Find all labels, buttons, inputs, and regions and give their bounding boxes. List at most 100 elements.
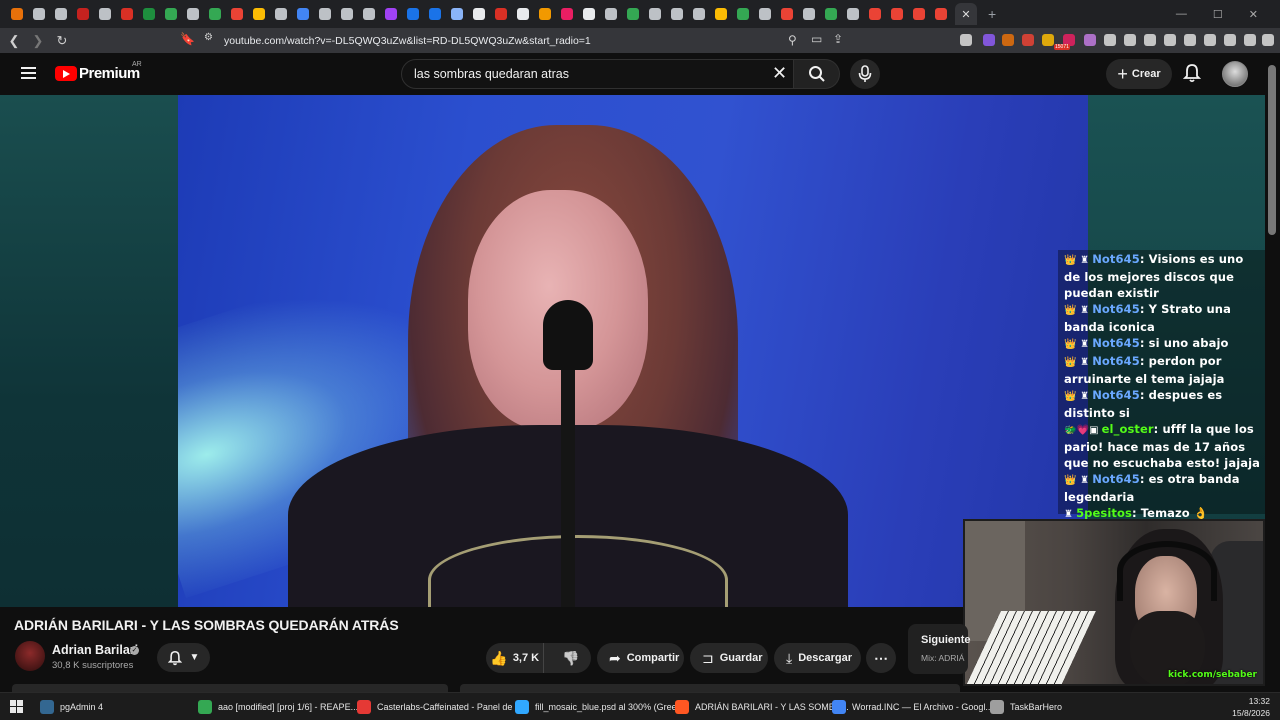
- clear-search-icon[interactable]: ✕: [772, 63, 787, 84]
- browser-tab[interactable]: [935, 8, 947, 20]
- browser-tab[interactable]: [759, 8, 771, 20]
- taskbar-app[interactable]: fill_mosaic_blue.psd al 300% (Gree...: [515, 697, 684, 717]
- browser-tab[interactable]: [363, 8, 375, 20]
- taskbar-app[interactable]: Worrad.INC — El Archivo - Googl...: [832, 697, 993, 717]
- minimize-icon[interactable]: —: [1176, 8, 1187, 20]
- taskbar-app[interactable]: Casterlabs-Caffeinated - Panel de ...: [357, 697, 522, 717]
- create-button[interactable]: + Crear: [1106, 59, 1172, 89]
- bookmark-icon[interactable]: 🔖: [180, 32, 195, 46]
- close-window-icon[interactable]: ✕: [1249, 8, 1258, 21]
- browser-tab[interactable]: [275, 8, 287, 20]
- voice-search-button[interactable]: [850, 59, 880, 89]
- browser-tab[interactable]: [891, 8, 903, 20]
- cast-icon[interactable]: ▭: [811, 32, 822, 46]
- browser-tab[interactable]: [473, 8, 485, 20]
- browser-tab[interactable]: [407, 8, 419, 20]
- browser-tab[interactable]: [33, 8, 45, 20]
- browser-tab[interactable]: [649, 8, 661, 20]
- browser-extension-icon[interactable]: [983, 34, 995, 46]
- browser-extension-icon[interactable]: [1224, 34, 1236, 46]
- windows-start-icon[interactable]: [10, 700, 23, 713]
- browser-tab[interactable]: [715, 8, 727, 20]
- browser-tab[interactable]: [11, 8, 23, 20]
- site-info-icon[interactable]: ⚙: [204, 32, 213, 43]
- maximize-icon[interactable]: ☐: [1213, 8, 1223, 21]
- taskbar-app[interactable]: TaskBarHero: [990, 697, 1062, 717]
- taskbar-app[interactable]: ADRIÁN BARILARI - Y LAS SOMBR...: [675, 697, 849, 717]
- browser-tab[interactable]: [121, 8, 133, 20]
- browser-extension-icon[interactable]: [1042, 34, 1054, 46]
- browser-tab[interactable]: [671, 8, 683, 20]
- scrollbar-thumb[interactable]: [1268, 65, 1276, 235]
- channel-name[interactable]: Adrian Barilari: [52, 643, 138, 657]
- new-tab-icon[interactable]: +: [988, 6, 996, 22]
- taskbar-app[interactable]: aao [modified] [proj 1/6] - REAPE...: [198, 697, 358, 717]
- browser-tab[interactable]: [451, 8, 463, 20]
- browser-tab[interactable]: [77, 8, 89, 20]
- browser-tab[interactable]: [209, 8, 221, 20]
- browser-extension-icon[interactable]: [1164, 34, 1176, 46]
- browser-tab[interactable]: [495, 8, 507, 20]
- url-text[interactable]: youtube.com/watch?v=-DL5QWQ3uZw&list=RD-…: [224, 35, 591, 47]
- search-input-value[interactable]: las sombras quedaran atras: [414, 67, 569, 81]
- more-actions-button[interactable]: ⋯: [866, 643, 896, 673]
- share-page-icon[interactable]: ⇪: [833, 32, 843, 46]
- browser-tab[interactable]: [99, 8, 111, 20]
- browser-extension-icon[interactable]: [1084, 34, 1096, 46]
- channel-avatar[interactable]: [15, 641, 45, 671]
- search-button[interactable]: [794, 59, 840, 89]
- browser-tab[interactable]: [539, 8, 551, 20]
- back-icon[interactable]: ❮: [4, 33, 24, 49]
- menu-icon[interactable]: [21, 67, 36, 79]
- system-clock[interactable]: 13:32 15/8/2026: [1232, 695, 1270, 719]
- browser-tab[interactable]: [847, 8, 859, 20]
- zoom-icon[interactable]: ⚲: [788, 33, 797, 47]
- browser-tab[interactable]: [319, 8, 331, 20]
- browser-tab[interactable]: [803, 8, 815, 20]
- browser-tab[interactable]: [583, 8, 595, 20]
- dislike-button[interactable]: 👎: [550, 643, 591, 673]
- save-button[interactable]: ⊐ Guardar: [690, 643, 768, 673]
- browser-extension-icon[interactable]: [1104, 34, 1116, 46]
- share-button[interactable]: ➦ Compartir: [597, 643, 684, 673]
- browser-extension-icon[interactable]: [960, 34, 972, 46]
- youtube-premium-logo[interactable]: Premium: [79, 65, 140, 82]
- browser-tab[interactable]: [297, 8, 309, 20]
- browser-extension-icon[interactable]: [1124, 34, 1136, 46]
- subscribed-button[interactable]: ▼: [157, 643, 210, 672]
- browser-extension-icon[interactable]: [1144, 34, 1156, 46]
- browser-extension-icon[interactable]: [1002, 34, 1014, 46]
- browser-extension-icon[interactable]: [1022, 34, 1034, 46]
- account-avatar[interactable]: [1222, 61, 1248, 87]
- browser-tab[interactable]: [869, 8, 881, 20]
- browser-tab[interactable]: [627, 8, 639, 20]
- browser-tab[interactable]: [825, 8, 837, 20]
- browser-tab[interactable]: [781, 8, 793, 20]
- browser-tab[interactable]: [187, 8, 199, 20]
- download-button[interactable]: ⤓ Descargar: [774, 643, 861, 673]
- browser-tab[interactable]: [253, 8, 265, 20]
- browser-tab[interactable]: [165, 8, 177, 20]
- browser-extension-icon[interactable]: [1184, 34, 1196, 46]
- active-tab-close-icon[interactable]: ✕: [955, 3, 977, 25]
- browser-tab[interactable]: [605, 8, 617, 20]
- browser-tab[interactable]: [693, 8, 705, 20]
- browser-tab[interactable]: [429, 8, 441, 20]
- browser-tab[interactable]: [55, 8, 67, 20]
- taskbar-app[interactable]: pgAdmin 4: [40, 697, 103, 717]
- browser-extension-icon[interactable]: [1244, 34, 1256, 46]
- browser-tab[interactable]: [517, 8, 529, 20]
- youtube-logo-icon[interactable]: [55, 66, 77, 81]
- browser-tab[interactable]: [561, 8, 573, 20]
- like-button[interactable]: 👍 3,7 K: [486, 643, 545, 673]
- reload-icon[interactable]: ↻: [52, 33, 72, 49]
- up-next-card[interactable]: [908, 624, 968, 674]
- browser-tab[interactable]: [143, 8, 155, 20]
- browser-tab[interactable]: [385, 8, 397, 20]
- search-input[interactable]: las sombras quedaran atras ✕: [401, 59, 794, 89]
- video-frame[interactable]: [178, 95, 1088, 607]
- browser-extension-icon[interactable]: [1262, 34, 1274, 46]
- page-scrollbar[interactable]: [1266, 53, 1280, 692]
- browser-tab[interactable]: [737, 8, 749, 20]
- browser-tab[interactable]: [231, 8, 243, 20]
